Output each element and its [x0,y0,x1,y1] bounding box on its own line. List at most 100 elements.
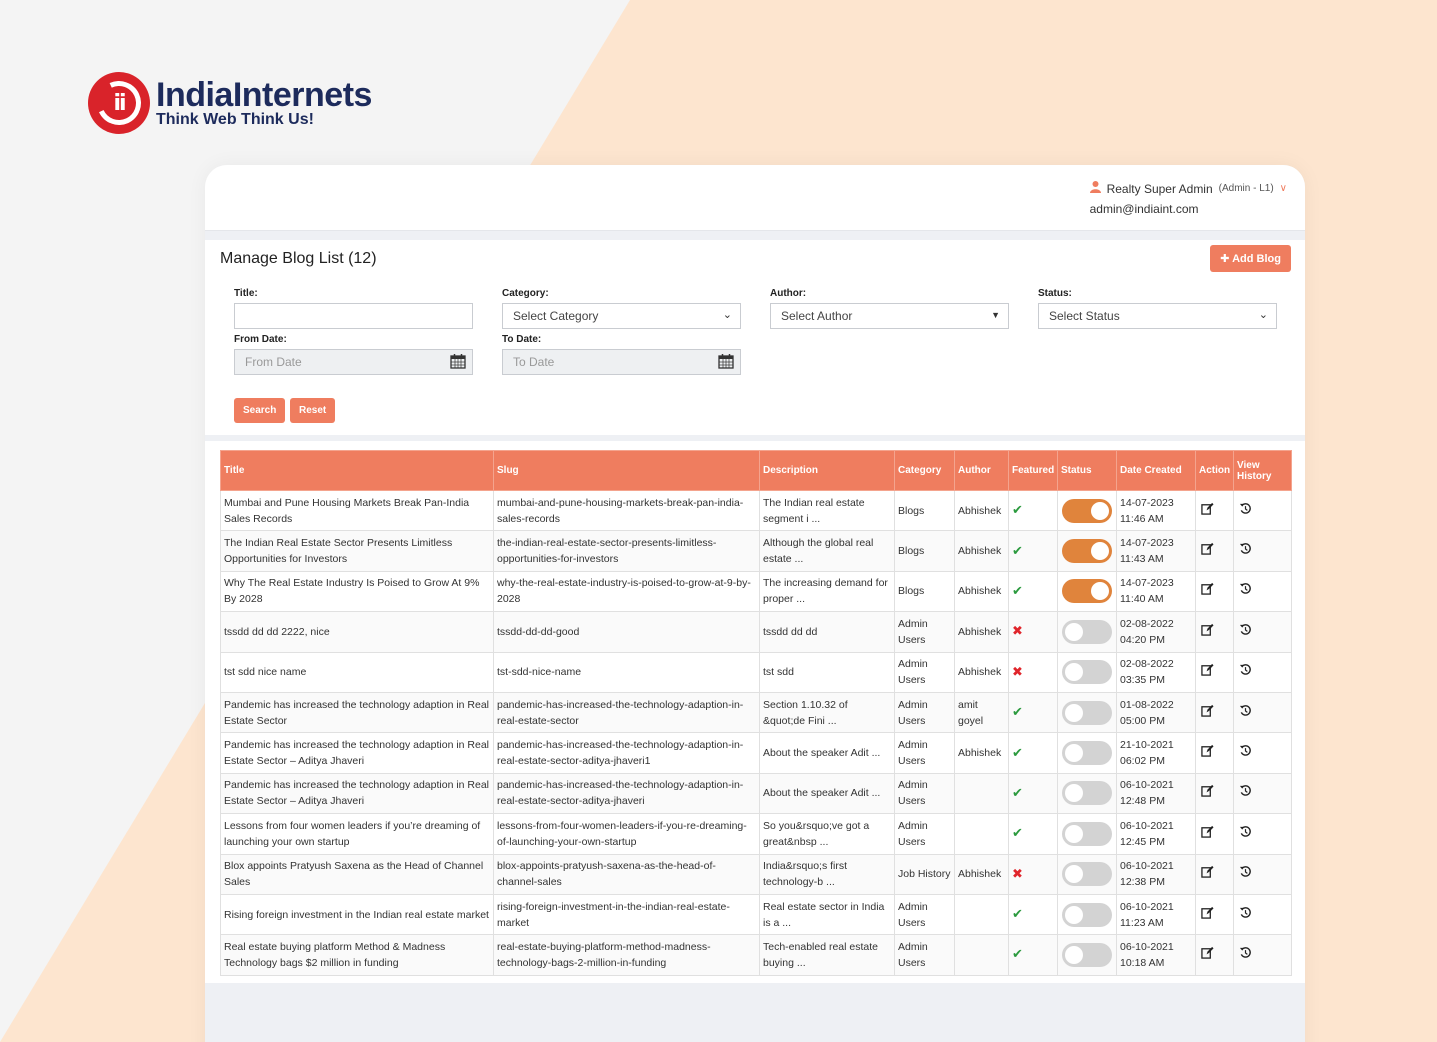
page-title: Manage Blog List (12) [220,250,377,267]
cell-featured: ✖ [1008,651,1058,693]
edit-icon[interactable] [1201,906,1214,922]
check-icon: ✔ [1012,946,1023,962]
cell-featured: ✖ [1008,611,1058,653]
status-toggle[interactable] [1062,619,1112,644]
cell-view-history [1233,853,1292,895]
from-date-input[interactable]: From Date [234,349,473,375]
title-label: Title: [234,288,258,299]
date-text: 02-08-2022 [1120,617,1174,630]
edit-icon[interactable] [1201,664,1214,679]
calendar-icon[interactable] [450,353,466,369]
cell-featured: ✔ [1008,570,1058,613]
status-toggle[interactable] [1062,498,1112,523]
history-icon[interactable] [1239,745,1252,760]
cell-date-created: 21-10-2021 06:02 PM [1116,732,1196,774]
from-date-placeholder: From Date [245,355,302,369]
cell-date-created: 02-08-2022 04:20 PM [1116,611,1196,653]
cell-action [1195,651,1234,693]
cell-title: Real estate buying platform Method & Mad… [220,934,494,976]
edit-icon[interactable] [1201,866,1214,881]
status-toggle[interactable] [1062,821,1112,846]
edit-icon[interactable] [1201,502,1214,518]
title-filter: Title: [234,288,473,329]
user-menu[interactable]: Realty Super Admin (Admin - L1) ∨ admin@… [1089,181,1287,216]
cell-author: Abhishek [954,489,1009,532]
cell-category: Admin Users [894,651,955,693]
status-select[interactable]: Select Status ⌄ [1038,303,1277,329]
status-toggle[interactable] [1062,660,1112,685]
cell-author: Abhishek [954,570,1009,613]
cell-date-created: 14-07-2023 11:46 AM [1116,489,1196,532]
history-icon[interactable] [1239,906,1252,922]
status-filter: Status: Select Status ⌄ [1038,288,1277,329]
edit-icon[interactable] [1201,825,1214,841]
edit-icon[interactable] [1201,583,1214,598]
edit-icon[interactable] [1201,623,1214,639]
cell-slug: real-estate-buying-platform-method-madne… [493,934,760,976]
history-icon[interactable] [1239,624,1252,639]
search-button[interactable]: Search [234,398,286,423]
cell-title: tst sdd nice name [220,651,494,693]
status-toggle[interactable] [1062,902,1112,927]
cell-action [1195,489,1234,532]
status-toggle[interactable] [1062,741,1112,766]
table-row: Blox appoints Pratyush Saxena as the Hea… [220,853,1292,895]
history-icon[interactable] [1239,502,1252,518]
cell-description: Section 1.10.32 of &quot;de Fini ... [759,691,895,734]
to-date-input[interactable]: To Date [502,349,741,375]
history-icon[interactable] [1239,543,1252,558]
cell-action [1195,772,1234,815]
cell-slug: lessons-from-four-women-leaders-if-you-r… [493,813,760,855]
caret-down-icon: ▼ [991,310,1000,320]
cell-view-history [1233,893,1292,936]
history-icon[interactable] [1239,664,1252,679]
edit-icon[interactable] [1201,704,1214,720]
history-icon[interactable] [1239,704,1252,720]
cell-author: Abhishek [954,853,1009,895]
edit-icon[interactable] [1201,785,1214,800]
add-blog-label: Add Blog [1232,253,1281,265]
date-text: 01-08-2022 [1120,698,1174,711]
cell-description: So you&rsquo;ve got a great&nbsp ... [759,813,895,855]
cell-date-created: 14-07-2023 11:40 AM [1116,570,1196,613]
history-icon[interactable] [1239,866,1252,881]
cell-action [1195,570,1234,613]
edit-icon[interactable] [1201,744,1214,760]
cell-view-history [1233,732,1292,774]
user-role: (Admin - L1) [1218,183,1274,194]
status-toggle[interactable] [1062,700,1112,725]
cell-description: The Indian real estate segment i ... [759,489,895,532]
cell-date-created: 06-10-2021 12:48 PM [1116,772,1196,815]
calendar-icon[interactable] [718,353,734,369]
status-toggle[interactable] [1062,539,1112,564]
status-toggle[interactable] [1062,862,1112,887]
cell-category: Job History [894,853,955,895]
brand-name: IndiaInternets [156,76,372,114]
check-icon: ✔ [1012,784,1023,800]
cell-author [954,893,1009,936]
cell-featured: ✔ [1008,813,1058,855]
status-toggle[interactable] [1062,781,1112,806]
edit-icon[interactable] [1201,543,1214,558]
cell-status [1057,570,1117,613]
title-input[interactable] [234,303,473,329]
author-select[interactable]: Select Author ▼ [770,303,1009,329]
cell-status [1057,489,1117,532]
category-select[interactable]: Select Category ⌄ [502,303,741,329]
cell-slug: the-indian-real-estate-sector-presents-l… [493,530,760,572]
history-icon[interactable] [1239,785,1252,800]
status-toggle[interactable] [1062,942,1112,967]
edit-icon[interactable] [1201,946,1214,962]
reset-button[interactable]: Reset [290,398,336,423]
cell-action [1195,813,1234,855]
plus-icon: ✚ [1220,253,1230,265]
chevron-down-icon[interactable]: ∨ [1280,183,1287,194]
cell-status [1057,853,1117,895]
cell-title: Pandemic has increased the technology ad… [220,772,494,815]
history-icon[interactable] [1239,583,1252,598]
add-blog-button[interactable]: ✚ Add Blog [1210,245,1291,272]
status-toggle[interactable] [1062,579,1112,604]
cell-author: Abhishek [954,530,1009,572]
history-icon[interactable] [1239,825,1252,841]
history-icon[interactable] [1239,947,1252,962]
